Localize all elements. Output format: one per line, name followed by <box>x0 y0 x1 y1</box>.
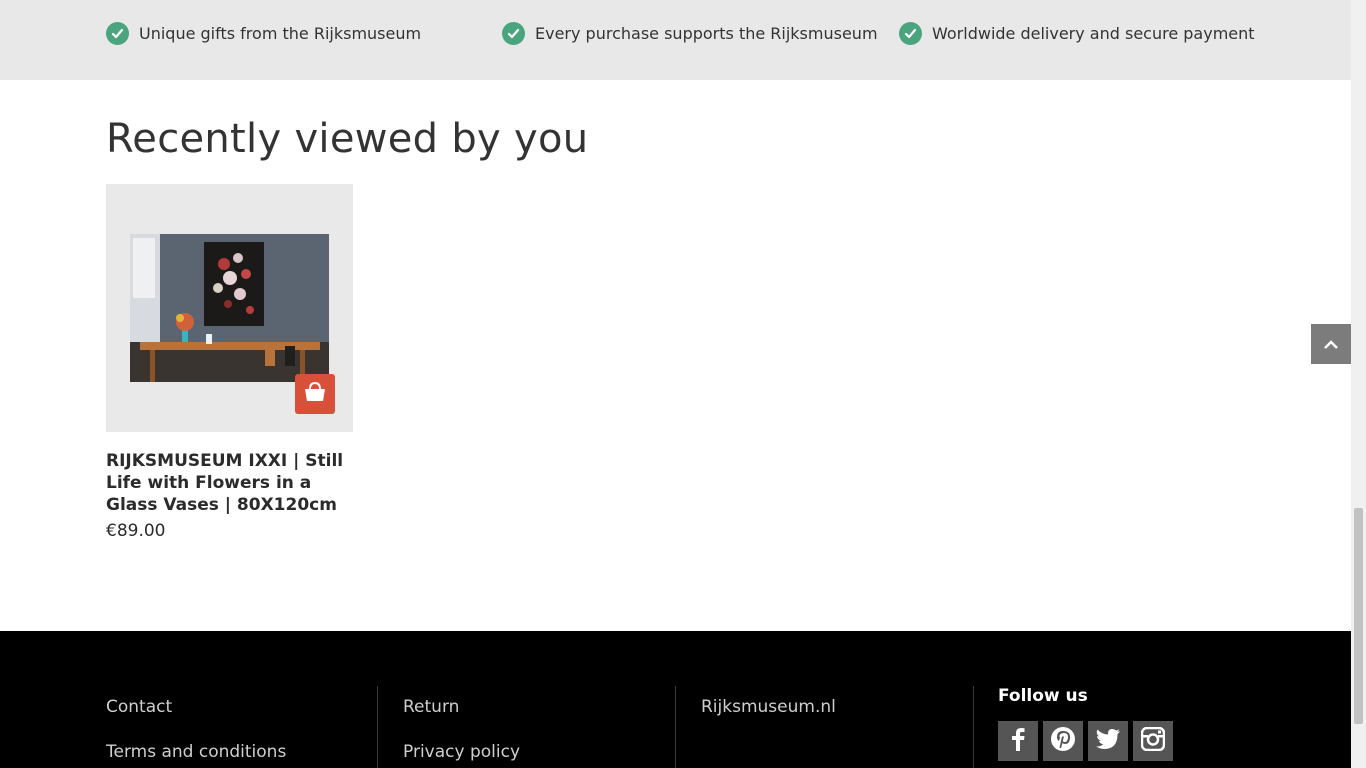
scrollbar-thumb[interactable] <box>1354 508 1363 724</box>
product-image-box[interactable] <box>106 184 353 432</box>
footer-divider <box>377 686 378 768</box>
page-scrollbar[interactable] <box>1351 0 1366 768</box>
section-title: Recently viewed by you <box>106 116 589 162</box>
check-circle-icon <box>106 22 129 45</box>
usp-item-gifts: Unique gifts from the Rijksmuseum <box>106 22 421 45</box>
footer-divider <box>973 686 974 768</box>
shopping-bag-icon <box>304 381 326 406</box>
footer: Contact Terms and conditions Return Priv… <box>0 631 1351 768</box>
product-card[interactable]: RIJKSMUSEUM IXXI | Still Life with Flowe… <box>106 184 353 541</box>
product-title[interactable]: RIJKSMUSEUM IXXI | Still Life with Flowe… <box>106 450 353 516</box>
footer-divider <box>675 686 676 768</box>
footer-link-privacy[interactable]: Privacy policy <box>403 742 520 762</box>
footer-link-contact[interactable]: Contact <box>106 697 172 717</box>
footer-link-rijksmuseum[interactable]: Rijksmuseum.nl <box>701 697 836 717</box>
usp-item-delivery: Worldwide delivery and secure payment <box>899 22 1255 45</box>
facebook-icon <box>1008 727 1028 755</box>
chevron-up-icon <box>1324 335 1338 354</box>
product-image[interactable] <box>130 234 329 382</box>
twitter-button[interactable] <box>1088 721 1128 761</box>
footer-link-terms[interactable]: Terms and conditions <box>106 742 286 762</box>
instagram-button[interactable] <box>1133 721 1173 761</box>
usp-text: Worldwide delivery and secure payment <box>932 24 1255 43</box>
usp-bar: Unique gifts from the Rijksmuseum Every … <box>0 0 1351 80</box>
footer-link-return[interactable]: Return <box>403 697 459 717</box>
pinterest-icon <box>1050 726 1076 756</box>
pinterest-button[interactable] <box>1043 721 1083 761</box>
usp-text: Every purchase supports the Rijksmuseum <box>535 24 878 43</box>
twitter-icon <box>1095 728 1121 754</box>
follow-us-title: Follow us <box>998 686 1088 706</box>
add-to-cart-button[interactable] <box>295 374 335 414</box>
usp-item-support: Every purchase supports the Rijksmuseum <box>502 22 878 45</box>
instagram-icon <box>1140 726 1166 755</box>
facebook-button[interactable] <box>998 721 1038 761</box>
check-circle-icon <box>899 22 922 45</box>
product-price: €89.00 <box>106 521 166 541</box>
check-circle-icon <box>502 22 525 45</box>
scroll-to-top-button[interactable] <box>1311 324 1351 364</box>
usp-text: Unique gifts from the Rijksmuseum <box>139 24 422 43</box>
